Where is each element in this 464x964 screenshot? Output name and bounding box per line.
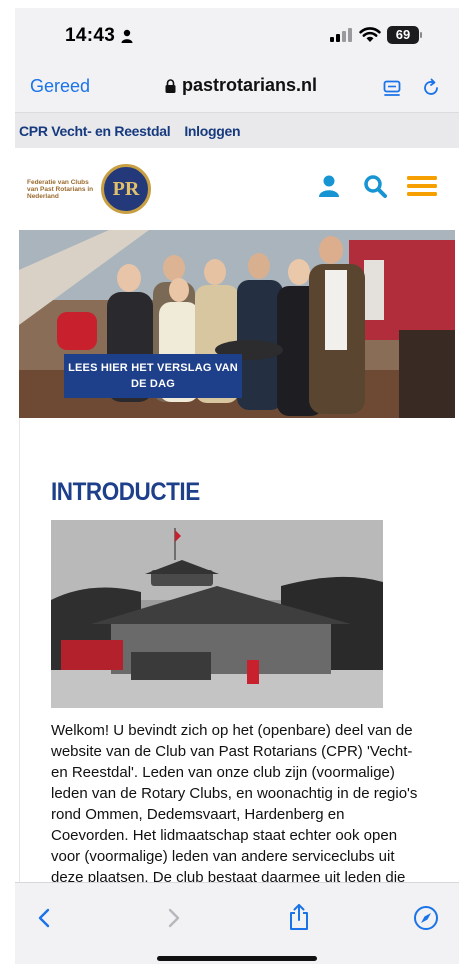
reload-icon[interactable] <box>421 78 441 98</box>
wifi-icon <box>359 27 381 42</box>
pavilion-photo <box>51 520 383 708</box>
battery-tip <box>420 32 422 38</box>
site-header: Federatie van Clubs van Past Rotarians i… <box>15 148 459 230</box>
site-logo[interactable]: Federatie van Clubs van Past Rotarians i… <box>27 164 151 214</box>
report-button[interactable]: LEES HIER HET VERSLAG VAN DE DAG <box>64 354 242 398</box>
menu-icon[interactable] <box>407 175 437 197</box>
site-topnav: CPR Vecht- en Reestdal Inloggen <box>15 112 459 148</box>
user-icon[interactable] <box>317 174 341 198</box>
signal-icon <box>330 28 352 42</box>
lock-icon <box>165 78 176 93</box>
url-text: pastrotarians.nl <box>182 75 318 95</box>
status-time: 14:43 <box>65 25 116 46</box>
hero-image: LEES HIER HET VERSLAG VAN DE DAG <box>19 230 455 418</box>
person-status-icon <box>121 29 133 43</box>
done-button[interactable]: Gereed <box>30 76 90 97</box>
intro-title: INTRODUCTIE <box>51 478 200 506</box>
status-bar: 14:43 69 <box>15 8 459 64</box>
search-icon[interactable] <box>363 174 387 198</box>
browser-toolbar <box>15 882 459 964</box>
back-icon[interactable] <box>37 907 51 929</box>
home-indicator <box>157 956 317 961</box>
intro-section: INTRODUCTIE Welkom! U bevindt zich op he… <box>19 418 455 882</box>
address-bar[interactable]: pastrotarians.nl <box>165 75 317 96</box>
logo-seal: PR <box>101 164 151 214</box>
reader-icon[interactable] <box>383 80 401 98</box>
club-link[interactable]: CPR Vecht- en Reestdal <box>19 123 171 139</box>
web-page: CPR Vecht- en Reestdal Inloggen Federati… <box>15 112 459 882</box>
compass-icon[interactable] <box>413 905 439 931</box>
forward-icon[interactable] <box>167 907 181 929</box>
phone-screen: 14:43 69 Gereed pastrotarians.nl CPR Vec… <box>15 8 459 964</box>
browser-nav-bar: Gereed pastrotarians.nl <box>15 64 459 112</box>
logo-text: Federatie van Clubs van Past Rotarians i… <box>27 178 94 200</box>
intro-body: Welkom! U bevindt zich op het (openbare)… <box>51 722 418 882</box>
intro-photo <box>51 520 383 708</box>
share-icon[interactable] <box>287 903 311 931</box>
login-link[interactable]: Inloggen <box>184 123 240 139</box>
battery-icon: 69 <box>387 26 419 44</box>
